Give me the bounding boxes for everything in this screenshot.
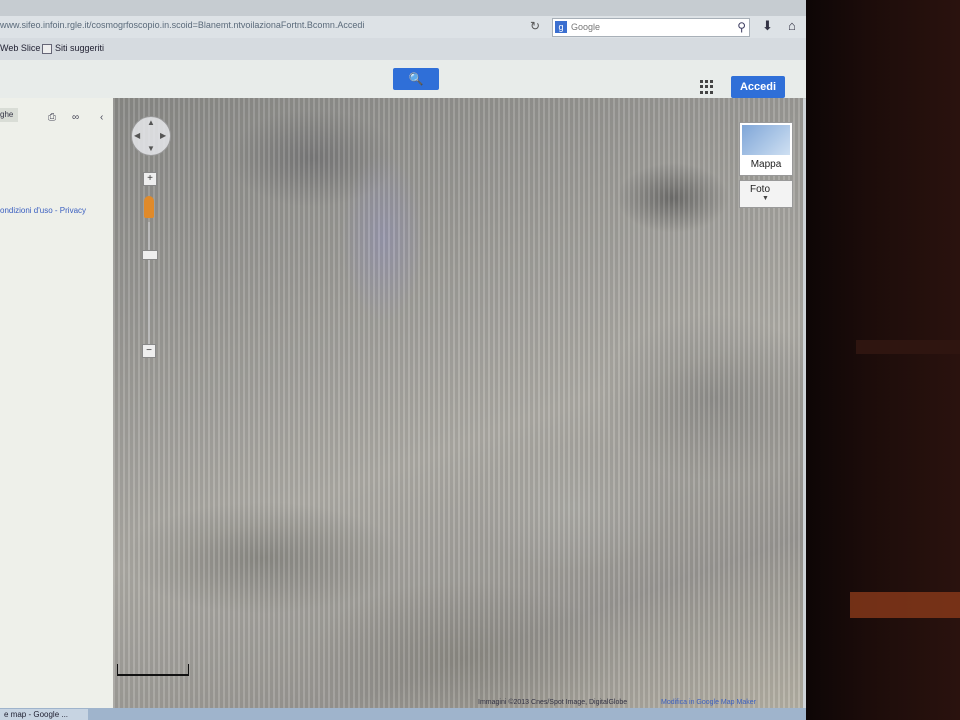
photos-toggle[interactable]: Foto ▼: [739, 180, 793, 208]
search-button[interactable]: 🔍: [393, 68, 439, 90]
map-thumbnail: [742, 125, 790, 155]
bookmark-suggested-sites[interactable]: Siti suggeriti: [42, 43, 104, 54]
screen-scanline-overlay: [113, 98, 803, 708]
collapse-icon[interactable]: ‹: [100, 112, 103, 123]
search-placeholder: Google: [571, 22, 601, 32]
address-bar[interactable]: www.sifeo.infoin.rgle.it/cosmogrfoscopio…: [0, 16, 806, 39]
pan-control[interactable]: ▲ ▼ ◀ ▶: [131, 116, 171, 156]
taskbar: e map - Google ...: [0, 708, 806, 720]
terms-privacy-link[interactable]: ondizioni d'uso - Privacy: [0, 206, 86, 215]
link-icon[interactable]: ∞: [72, 112, 79, 123]
bookmark-label: Siti suggeriti: [55, 43, 105, 53]
browser-search-box[interactable]: g Google ⚲: [552, 18, 750, 37]
background-shelf: [856, 340, 960, 354]
reload-icon[interactable]: ↻: [530, 19, 540, 33]
background-light: [850, 592, 960, 618]
pan-down-icon[interactable]: ▼: [147, 144, 155, 153]
magnifier-icon[interactable]: ⚲: [737, 20, 746, 34]
google-maps-header: 🔍 Accedi: [0, 60, 806, 99]
search-provider-icon: g: [555, 21, 567, 33]
sign-in-button[interactable]: Accedi: [731, 76, 785, 98]
zoom-in-button[interactable]: +: [143, 172, 157, 186]
pan-up-icon[interactable]: ▲: [147, 118, 155, 127]
zoom-out-button[interactable]: −: [142, 344, 156, 358]
bookmark-label: Web Slice: [0, 43, 41, 53]
bookmark-icon: [42, 43, 52, 54]
search-icon: 🔍: [408, 72, 424, 86]
map-scale-bar: [117, 664, 189, 676]
download-icon[interactable]: ⬇: [762, 18, 773, 34]
map-type-toggle[interactable]: Mappa: [739, 122, 793, 176]
bookmark-web-slice[interactable]: Web Slice: [0, 43, 40, 53]
pan-right-icon[interactable]: ▶: [160, 131, 166, 140]
zoom-slider-handle[interactable]: [142, 250, 158, 260]
photos-label: Foto: [750, 184, 771, 195]
satellite-map[interactable]: ▲ ▼ ◀ ▶ + − Mappa Foto ▼ Immagini ©2013 …: [113, 98, 803, 708]
pegman-icon[interactable]: [144, 196, 154, 218]
imagery-attribution: Immagini ©2013 Cnes/Spot Image, DigitalG…: [478, 699, 628, 706]
zoom-slider-track[interactable]: [148, 222, 150, 348]
window-top-strip: [0, 0, 806, 16]
left-side-panel: ghe ⎙ ∞ ‹ ondizioni d'uso - Privacy: [0, 98, 114, 708]
print-icon[interactable]: ⎙: [48, 112, 56, 123]
url-text[interactable]: www.sifeo.infoin.rgle.it/cosmogrfoscopio…: [0, 20, 520, 30]
panel-tab-label: ghe: [0, 110, 14, 119]
panel-tab[interactable]: ghe: [0, 108, 18, 122]
apps-grid-icon[interactable]: [700, 80, 714, 94]
taskbar-window-tab[interactable]: e map - Google ...: [0, 709, 88, 720]
pan-left-icon[interactable]: ◀: [134, 131, 140, 140]
map-maker-link[interactable]: Modifica in Google Map Maker: [661, 699, 756, 706]
home-icon[interactable]: ⌂: [788, 18, 796, 33]
map-type-label: Mappa: [750, 159, 782, 170]
room-background: [806, 0, 960, 720]
bookmarks-bar: Web Slice Siti suggeriti: [0, 38, 806, 61]
chevron-down-icon: ▼: [762, 195, 769, 202]
monitor-screen: www.sifeo.infoin.rgle.it/cosmogrfoscopio…: [0, 0, 806, 720]
